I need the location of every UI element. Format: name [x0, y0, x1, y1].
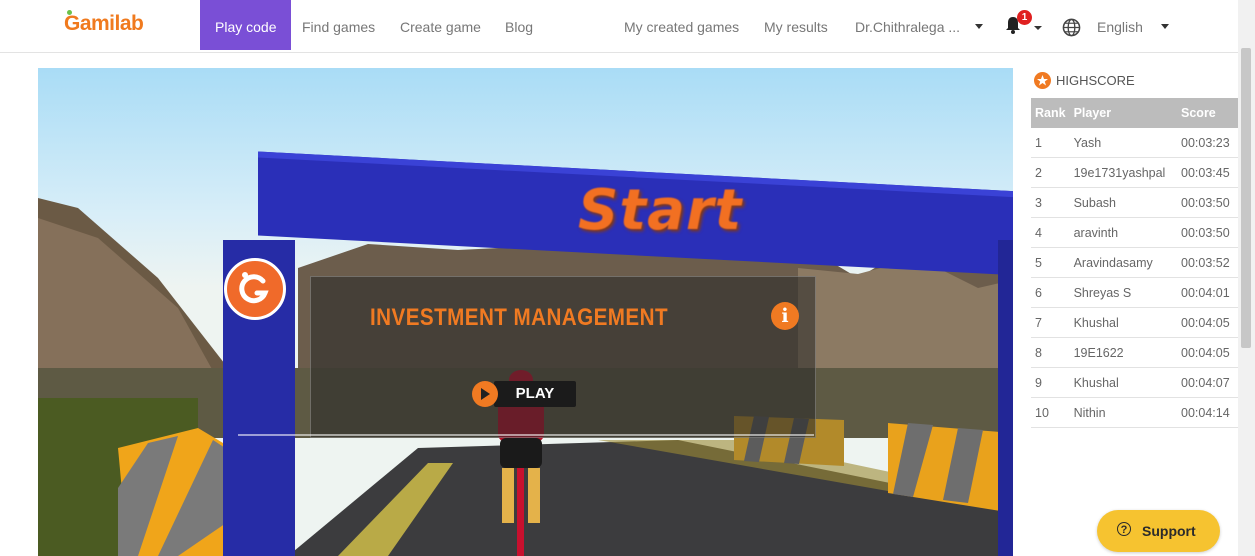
score-cell: 00:04:05: [1179, 307, 1239, 338]
table-row: 10 Nithin 00:04:14: [1031, 397, 1239, 428]
player-cell: Subash: [1069, 187, 1180, 218]
rank-cell: 2: [1031, 157, 1070, 188]
user-chevron-down-icon[interactable]: [975, 24, 983, 29]
nav-play-code[interactable]: Play code: [200, 0, 292, 50]
rank-cell: 5: [1031, 247, 1070, 278]
table-row: 5 Aravindasamy 00:03:52: [1031, 247, 1239, 278]
column-header-score: Score: [1179, 98, 1239, 128]
score-cell: 00:04:01: [1179, 277, 1239, 308]
start-banner-text: Start: [578, 178, 743, 243]
rank-cell: 10: [1031, 397, 1070, 428]
player-cell: Khushal: [1069, 367, 1180, 398]
logo-dot: [67, 10, 72, 15]
nav-my-created-games[interactable]: My created games: [624, 0, 739, 50]
play-button[interactable]: PLAY: [472, 381, 578, 407]
highscore-table: Rank Player Score 1 Yash 00:03:23 2 19e1731…: [1031, 98, 1239, 428]
nav-create-game[interactable]: Create game: [400, 0, 481, 50]
globe-icon[interactable]: [1062, 18, 1081, 37]
gamilab-logo[interactable]: Gamilab: [64, 10, 144, 36]
score-cell: 00:03:45: [1179, 157, 1239, 188]
score-cell: 00:03:23: [1179, 128, 1239, 158]
game-viewport[interactable]: Start INVESTMENT MANAGEMENT i PLAY: [38, 68, 1013, 556]
player-cell: 19E1622: [1069, 337, 1180, 368]
notification-chevron-down-icon[interactable]: [1034, 26, 1042, 30]
nav-my-results[interactable]: My results: [764, 0, 828, 50]
play-button-label: PLAY: [494, 381, 576, 407]
support-label: Support: [1142, 523, 1196, 539]
column-header-rank: Rank: [1031, 98, 1070, 128]
rank-cell: 6: [1031, 277, 1070, 308]
star-icon: [1034, 72, 1051, 89]
highscore-header-row: Rank Player Score: [1031, 98, 1239, 128]
right-barrier: [888, 423, 1013, 513]
table-row: 6 Shreyas S 00:04:01: [1031, 277, 1239, 308]
player-cell: Shreyas S: [1069, 277, 1180, 308]
table-row: 4 aravinth 00:03:50: [1031, 217, 1239, 248]
nav-find-games[interactable]: Find games: [302, 0, 375, 50]
player-cell: Khushal: [1069, 307, 1180, 338]
table-row: 7 Khushal 00:04:05: [1031, 307, 1239, 338]
scrollbar-thumb[interactable]: [1241, 48, 1251, 348]
player-cell: Nithin: [1069, 397, 1180, 428]
rank-cell: 8: [1031, 337, 1070, 368]
rank-cell: 9: [1031, 367, 1070, 398]
game-intro-panel: [310, 276, 816, 438]
table-row: 3 Subash 00:03:50: [1031, 187, 1239, 218]
language-select[interactable]: English: [1097, 0, 1143, 50]
player-cell: 19e1731yashpal: [1069, 157, 1180, 188]
user-menu[interactable]: Dr.Chithralega ...: [855, 0, 960, 50]
score-cell: 00:03:50: [1179, 187, 1239, 218]
player-cell: Aravindasamy: [1069, 247, 1180, 278]
play-triangle-icon: [481, 388, 490, 400]
info-icon[interactable]: i: [771, 302, 799, 330]
gamilab-game-logo-icon: [224, 258, 286, 320]
rank-cell: 4: [1031, 217, 1070, 248]
support-button[interactable]: ? Support: [1097, 510, 1220, 552]
highscore-title: HIGHSCORE: [1056, 73, 1135, 88]
rank-cell: 1: [1031, 128, 1070, 158]
rank-cell: 7: [1031, 307, 1070, 338]
score-cell: 00:03:50: [1179, 217, 1239, 248]
table-row: 1 Yash 00:03:23: [1031, 128, 1239, 158]
logo-text: Gamilab: [64, 12, 144, 35]
rank-cell: 3: [1031, 187, 1070, 218]
game-title: INVESTMENT MANAGEMENT: [370, 304, 668, 331]
table-row: 8 19E1622 00:04:05: [1031, 337, 1239, 368]
score-cell: 00:04:05: [1179, 337, 1239, 368]
start-arch-right-post: [998, 240, 1013, 556]
player-cell: Yash: [1069, 128, 1180, 158]
nav-blog[interactable]: Blog: [505, 0, 533, 50]
question-icon: ?: [1117, 522, 1131, 536]
score-cell: 00:03:52: [1179, 247, 1239, 278]
table-row: 2 19e1731yashpal 00:03:45: [1031, 157, 1239, 188]
column-header-player: Player: [1069, 98, 1180, 128]
panel-divider: [238, 434, 814, 436]
top-nav: Gamilab Play code Find games Create game…: [0, 0, 1238, 53]
score-cell: 00:04:07: [1179, 367, 1239, 398]
player-cell: aravinth: [1069, 217, 1180, 248]
table-row: 9 Khushal 00:04:07: [1031, 367, 1239, 398]
notification-badge: 1: [1017, 10, 1032, 25]
score-cell: 00:04:14: [1179, 397, 1239, 428]
language-chevron-down-icon[interactable]: [1161, 24, 1169, 29]
